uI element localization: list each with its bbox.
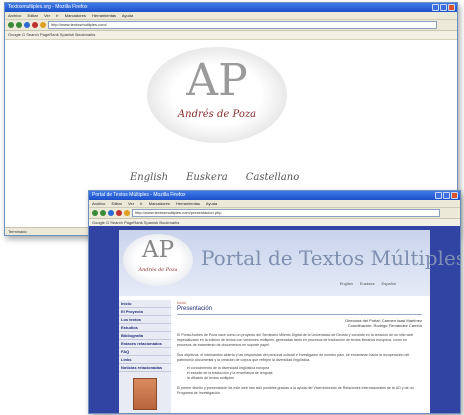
minimize-button[interactable] xyxy=(432,4,439,11)
language-english-link[interactable]: English xyxy=(340,281,353,286)
logo-letters: AP xyxy=(141,237,175,263)
close-button[interactable] xyxy=(448,4,455,11)
sidebar-item-links[interactable]: Links xyxy=(119,356,171,364)
menu-bar: Archivo Editar Ver Ir Marcadores Herrami… xyxy=(89,200,460,208)
navigation-toolbar: http://www.textosmultiples.com/presentac… xyxy=(89,208,460,219)
sidebar-item-estudios[interactable]: Estudios xyxy=(119,324,171,332)
page-background: AP Andrés de Poza Portal de Textos Múlti… xyxy=(89,226,460,413)
address-bar[interactable]: http://www.textosmultiples.com/presentac… xyxy=(132,209,440,217)
menu-tools[interactable]: Herramientas xyxy=(92,13,116,18)
forward-icon[interactable] xyxy=(100,210,106,216)
title-bar: Textosmultiples.org - Mozilla Firefox xyxy=(5,3,457,12)
stop-icon[interactable] xyxy=(116,210,122,216)
header-language-links: English Euskera Español xyxy=(340,281,396,286)
menu-help[interactable]: Ayuda xyxy=(122,13,133,18)
menu-go[interactable]: Ir xyxy=(56,13,58,18)
sidebar-item-bibliografia[interactable]: Bibliografía xyxy=(119,332,171,340)
logo: AP Andrés de Poza xyxy=(123,234,193,286)
browser-window-portal: Portal de Textos Múltiples - Mozilla Fir… xyxy=(88,190,461,414)
paragraph: El Portal Andrés de Poza nace como un pr… xyxy=(177,333,414,347)
menu-edit[interactable]: Editar xyxy=(111,201,121,206)
reload-icon[interactable] xyxy=(24,22,30,28)
logo-signature: Andrés de Poza xyxy=(138,267,178,273)
site-header: AP Andrés de Poza Portal de Textos Múlti… xyxy=(119,230,460,296)
window-title: Textosmultiples.org - Mozilla Firefox xyxy=(8,4,88,10)
menu-view[interactable]: Ver xyxy=(44,13,50,18)
credits: Directora del Portal: Carmen Isasi Martí… xyxy=(177,318,422,328)
address-bar[interactable]: http://www.textosmultiples.com/ xyxy=(48,21,437,29)
close-button[interactable] xyxy=(451,192,458,199)
menu-file[interactable]: Archivo xyxy=(8,13,21,18)
menu-file[interactable]: Archivo xyxy=(92,201,105,206)
sidebar-item-inicio[interactable]: Inicio xyxy=(119,300,171,308)
sidebar-item-proyecto[interactable]: El Proyecto xyxy=(119,308,171,316)
sidebar-item-noticias[interactable]: Noticias relacionadas xyxy=(119,364,171,372)
bullet-list: el conocimiento de la diversidad lingüís… xyxy=(177,366,422,381)
title-bar: Portal de Textos Múltiples - Mozilla Fir… xyxy=(89,191,460,200)
navigation-toolbar: http://www.textosmultiples.com/ xyxy=(5,20,457,31)
menu-bookmarks[interactable]: Marcadores xyxy=(65,13,86,18)
paragraph: El primer diseño y presentación de este … xyxy=(177,386,414,395)
window-controls xyxy=(432,4,455,11)
sidebar-item-enlaces[interactable]: Enlaces relacionados xyxy=(119,340,171,348)
google-toolbar[interactable]: Google G Search PageRank Spanish Bookmar… xyxy=(5,31,457,40)
logo-signature: Andrés de Poza xyxy=(177,109,257,120)
language-english-link[interactable]: English xyxy=(130,172,168,183)
language-euskera-link[interactable]: Euskera xyxy=(360,281,375,286)
minimize-button[interactable] xyxy=(435,192,442,199)
logo-letters: AP xyxy=(186,55,248,106)
language-castellano-link[interactable]: Castellano xyxy=(246,172,300,183)
page-title: Presentación xyxy=(177,305,422,315)
window-controls xyxy=(435,192,458,199)
sidebar-item-faq[interactable]: FAQ xyxy=(119,348,171,356)
main-content: Inicio Presentación Directora del Portal… xyxy=(177,300,422,413)
back-icon[interactable] xyxy=(8,22,14,28)
home-icon[interactable] xyxy=(124,210,130,216)
menu-bookmarks[interactable]: Marcadores xyxy=(149,201,170,206)
site-title: Portal de Textos Múltiples xyxy=(201,246,461,270)
menu-view[interactable]: Ver xyxy=(128,201,134,206)
sidebar-item-textos[interactable]: Los textos xyxy=(119,316,171,324)
menu-tools[interactable]: Herramientas xyxy=(176,201,200,206)
menu-bar: Archivo Editar Ver Ir Marcadores Herrami… xyxy=(5,12,457,20)
logo: AP Andrés de Poza xyxy=(147,47,287,143)
language-links: English Euskera Castellano xyxy=(130,172,299,183)
stop-icon[interactable] xyxy=(32,22,38,28)
sidebar: Inicio El Proyecto Los textos Estudios B… xyxy=(119,300,171,413)
menu-edit[interactable]: Editar xyxy=(27,13,37,18)
book-cover-thumbnail[interactable] xyxy=(133,378,157,410)
language-espanol-link[interactable]: Español xyxy=(382,281,396,286)
list-item: la difusión de textos múltiples xyxy=(187,376,234,380)
forward-icon[interactable] xyxy=(16,22,22,28)
back-icon[interactable] xyxy=(92,210,98,216)
maximize-button[interactable] xyxy=(443,192,450,199)
menu-help[interactable]: Ayuda xyxy=(206,201,217,206)
language-euskera-link[interactable]: Euskera xyxy=(186,172,228,183)
maximize-button[interactable] xyxy=(440,4,447,11)
coordinator-line: Coordinación: Rodrigo Fernández Carrión xyxy=(347,323,422,328)
home-icon[interactable] xyxy=(40,22,46,28)
window-title: Portal de Textos Múltiples - Mozilla Fir… xyxy=(92,192,186,198)
menu-go[interactable]: Ir xyxy=(140,201,142,206)
reload-icon[interactable] xyxy=(108,210,114,216)
paragraph: Sus objetivos, el intercambio abierto y … xyxy=(177,353,410,362)
site-container: AP Andrés de Poza Portal de Textos Múlti… xyxy=(119,230,460,413)
